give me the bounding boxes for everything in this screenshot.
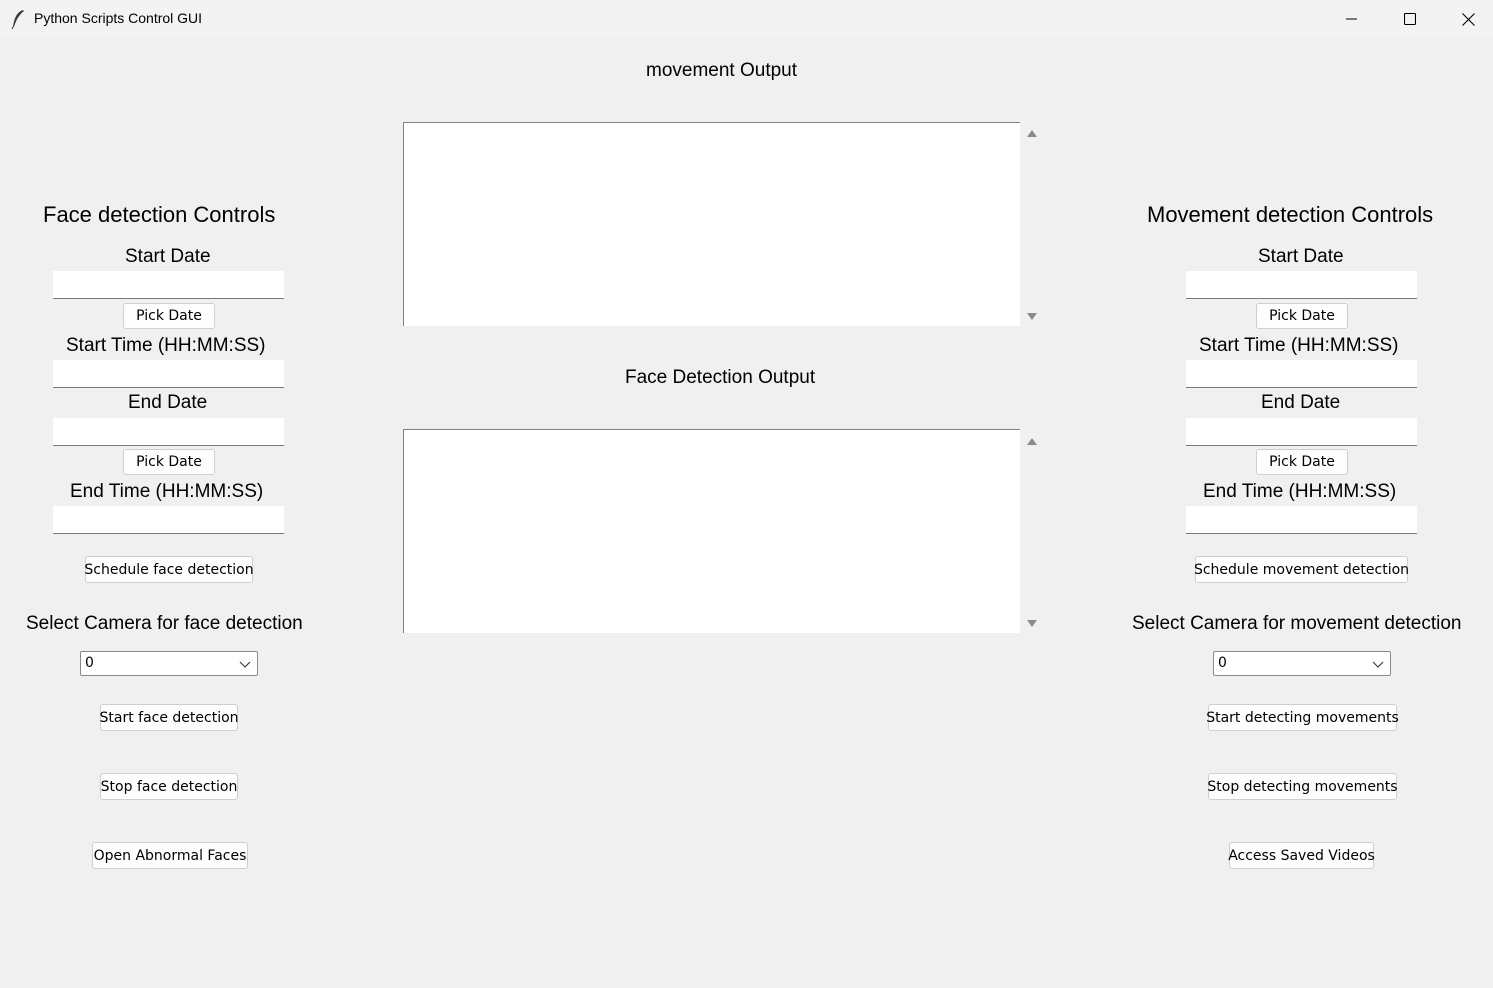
feather-icon xyxy=(11,10,24,29)
face-camera-label: Select Camera for face detection xyxy=(26,613,303,634)
chevron-down-icon xyxy=(1372,661,1384,668)
movement-start-date-field[interactable] xyxy=(1186,271,1417,299)
face-start-time-field[interactable] xyxy=(53,360,284,388)
movement-start-time-label: Start Time (HH:MM:SS) xyxy=(1199,335,1399,356)
movement-end-date-field[interactable] xyxy=(1186,418,1417,446)
face-pick-end-date-button[interactable]: Pick Date xyxy=(123,449,215,475)
close-icon xyxy=(1461,12,1475,26)
face-output-textbox[interactable] xyxy=(403,429,1020,633)
title-bar: Python Scripts Control GUI xyxy=(0,0,1493,38)
face-end-time-field[interactable] xyxy=(53,506,284,534)
movement-pick-end-date-button[interactable]: Pick Date xyxy=(1256,449,1348,475)
schedule-movement-detection-button[interactable]: Schedule movement detection xyxy=(1194,556,1409,583)
scroll-up-arrow-icon[interactable] xyxy=(1026,436,1038,446)
face-controls-heading: Face detection Controls xyxy=(43,202,276,227)
minimize-icon xyxy=(1346,18,1357,20)
maximize-icon xyxy=(1404,13,1416,25)
face-start-date-label: Start Date xyxy=(125,246,211,267)
chevron-down-icon xyxy=(239,661,251,668)
face-camera-select[interactable]: 0 xyxy=(80,651,258,676)
schedule-face-detection-button[interactable]: Schedule face detection xyxy=(84,556,254,583)
face-pick-start-date-button[interactable]: Pick Date xyxy=(123,303,215,329)
maximize-button[interactable] xyxy=(1381,0,1439,38)
face-camera-value: 0 xyxy=(85,655,94,671)
open-abnormal-faces-button[interactable]: Open Abnormal Faces xyxy=(92,842,248,869)
stop-face-detection-button[interactable]: Stop face detection xyxy=(100,773,238,800)
close-button[interactable] xyxy=(1439,0,1493,38)
scroll-down-arrow-icon[interactable] xyxy=(1026,312,1038,322)
movement-camera-select[interactable]: 0 xyxy=(1213,651,1391,676)
movement-pick-start-date-button[interactable]: Pick Date xyxy=(1256,303,1348,329)
start-detecting-movements-button[interactable]: Start detecting movements xyxy=(1206,704,1399,731)
face-start-date-field[interactable] xyxy=(53,271,284,299)
face-end-time-label: End Time (HH:MM:SS) xyxy=(70,481,264,502)
access-saved-videos-button[interactable]: Access Saved Videos xyxy=(1228,842,1375,869)
movement-end-time-label: End Time (HH:MM:SS) xyxy=(1203,481,1397,502)
stop-detecting-movements-button[interactable]: Stop detecting movements xyxy=(1207,773,1398,800)
movement-output-label: movement Output xyxy=(646,60,798,81)
movement-camera-label: Select Camera for movement detection xyxy=(1132,613,1462,634)
window-title: Python Scripts Control GUI xyxy=(34,10,203,26)
face-end-date-label: End Date xyxy=(128,392,208,413)
movement-start-date-label: Start Date xyxy=(1258,246,1344,267)
scroll-down-arrow-icon[interactable] xyxy=(1026,619,1038,629)
movement-end-date-label: End Date xyxy=(1261,392,1341,413)
face-output-label: Face Detection Output xyxy=(625,367,816,388)
movement-camera-value: 0 xyxy=(1218,655,1227,671)
movement-controls-heading: Movement detection Controls xyxy=(1147,202,1434,227)
face-end-date-field[interactable] xyxy=(53,418,284,446)
face-start-time-label: Start Time (HH:MM:SS) xyxy=(66,335,266,356)
minimize-button[interactable] xyxy=(1323,0,1381,38)
movement-end-time-field[interactable] xyxy=(1186,506,1417,534)
scroll-up-arrow-icon[interactable] xyxy=(1026,128,1038,138)
start-face-detection-button[interactable]: Start face detection xyxy=(99,704,239,731)
movement-start-time-field[interactable] xyxy=(1186,360,1417,388)
movement-output-textbox[interactable] xyxy=(403,122,1020,326)
